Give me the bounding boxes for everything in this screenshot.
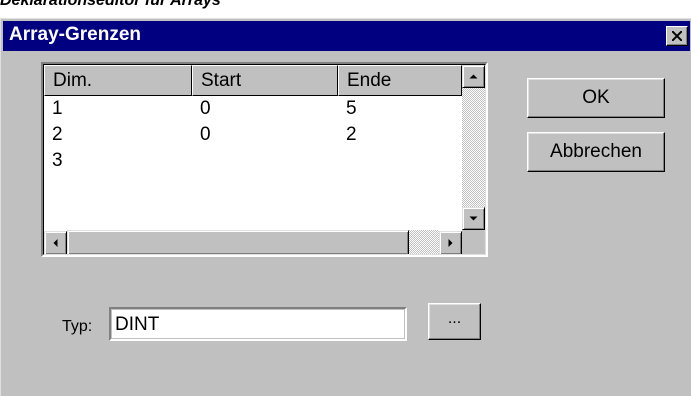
cancel-button[interactable]: Abbrechen [527,132,665,172]
type-input-value[interactable]: DINT [112,310,404,338]
type-field[interactable]: DINT [109,307,407,341]
close-button[interactable] [666,26,688,46]
dialog-title: Array-Grenzen [9,24,141,45]
type-label: Typ: [62,318,93,335]
close-icon [672,31,682,41]
ok-button[interactable]: OK [527,78,665,118]
browse-type-button[interactable]: ... [428,303,481,340]
section-caption: Deklarationseditor für Arrays [0,0,221,9]
dialog-titlebar[interactable]: Array-Grenzen [3,21,690,51]
bounds-listbox: Dim. Start Ende 1 0 5 2 0 2 3 [41,62,488,257]
